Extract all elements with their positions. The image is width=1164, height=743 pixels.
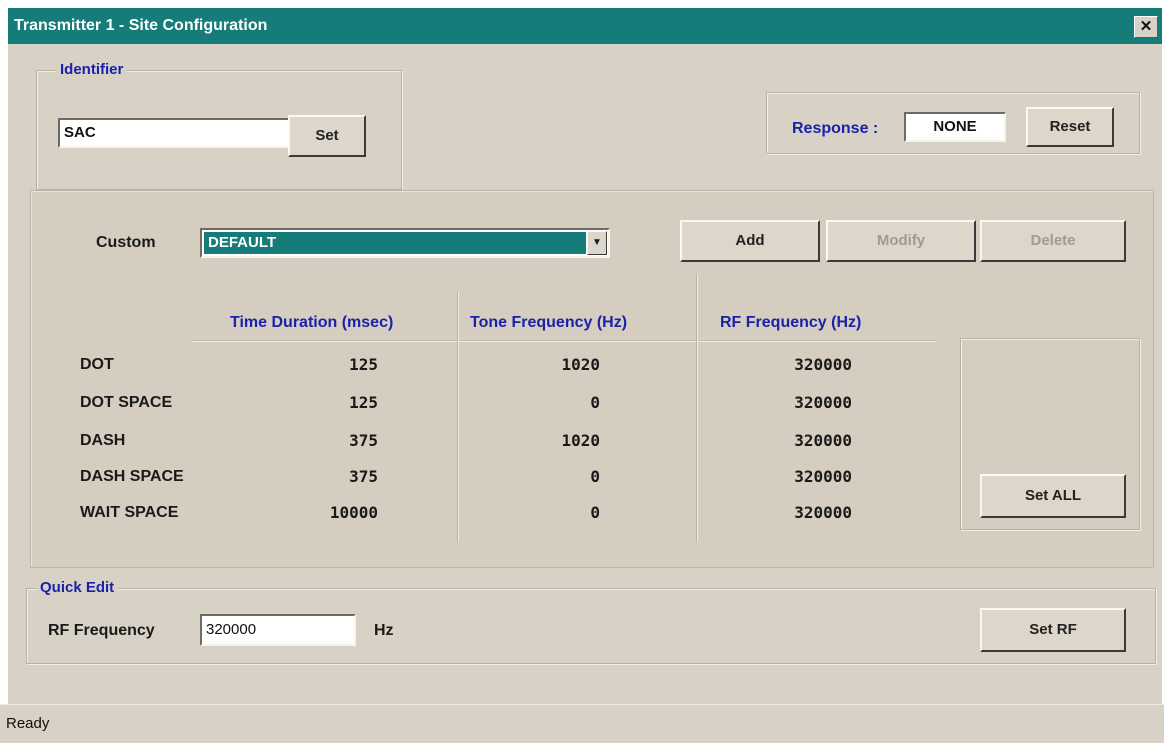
row-name: DOT SPACE	[80, 394, 173, 411]
identifier-set-button[interactable]: Set	[288, 115, 366, 157]
column-divider-1	[457, 292, 459, 542]
status-text: Ready	[6, 715, 50, 732]
set-rf-button[interactable]: Set RF	[980, 608, 1126, 652]
tone-frequency-cell: 1020	[561, 431, 600, 450]
time-duration-cell: 375	[349, 431, 378, 450]
rf-frequency-cell: 320000	[794, 355, 852, 374]
rf-frequency-input[interactable]: 320000	[200, 614, 356, 646]
add-button[interactable]: Add	[680, 220, 820, 262]
row-name: DASH SPACE	[80, 468, 184, 485]
header-time-duration: Time Duration (msec)	[230, 314, 394, 331]
time-duration-cell: 125	[349, 355, 378, 374]
tone-frequency-cell: 0	[590, 503, 600, 522]
reset-button[interactable]: Reset	[1026, 107, 1114, 147]
window-title: Transmitter 1 - Site Configuration	[14, 17, 268, 34]
header-divider	[192, 340, 936, 342]
tone-frequency-cell: 1020	[561, 355, 600, 374]
modify-button: Modify	[826, 220, 976, 262]
custom-dropdown[interactable]: DEFAULT ▼	[200, 228, 610, 258]
time-duration-cell: 125	[349, 393, 378, 412]
header-rf-frequency: RF Frequency (Hz)	[720, 314, 862, 331]
identifier-group-label: Identifier	[56, 61, 128, 78]
custom-selected-value: DEFAULT	[204, 232, 586, 254]
row-name: DASH	[80, 432, 126, 449]
rf-frequency-cell: 320000	[794, 393, 852, 412]
time-duration-cell: 10000	[329, 503, 378, 522]
header-tone-frequency: Tone Frequency (Hz)	[470, 314, 628, 331]
quick-edit-label: Quick Edit	[36, 579, 119, 596]
response-value: NONE	[904, 112, 1006, 142]
row-name: DOT	[80, 356, 114, 373]
status-bar: Ready	[0, 704, 1164, 743]
rf-unit-label: Hz	[374, 622, 394, 639]
delete-button: Delete	[980, 220, 1126, 262]
site-configuration-window: Transmitter 1 - Site Configuration ✕ Ide…	[8, 8, 1162, 742]
row-name: WAIT SPACE	[80, 504, 179, 521]
rf-frequency-cell: 320000	[794, 503, 852, 522]
close-icon[interactable]: ✕	[1134, 16, 1158, 38]
dropdown-arrow-icon[interactable]: ▼	[587, 231, 607, 255]
rf-frequency-cell: 320000	[794, 431, 852, 450]
custom-label: Custom	[96, 234, 156, 251]
column-divider-2	[696, 274, 698, 542]
tone-frequency-cell: 0	[590, 467, 600, 486]
title-bar[interactable]: Transmitter 1 - Site Configuration ✕	[8, 8, 1162, 44]
set-all-button[interactable]: Set ALL	[980, 474, 1126, 518]
rf-frequency-cell: 320000	[794, 467, 852, 486]
time-duration-cell: 375	[349, 467, 378, 486]
identifier-input[interactable]: SAC	[58, 118, 290, 148]
tone-frequency-cell: 0	[590, 393, 600, 412]
rf-frequency-label: RF Frequency	[48, 622, 155, 639]
response-label: Response :	[792, 120, 879, 137]
